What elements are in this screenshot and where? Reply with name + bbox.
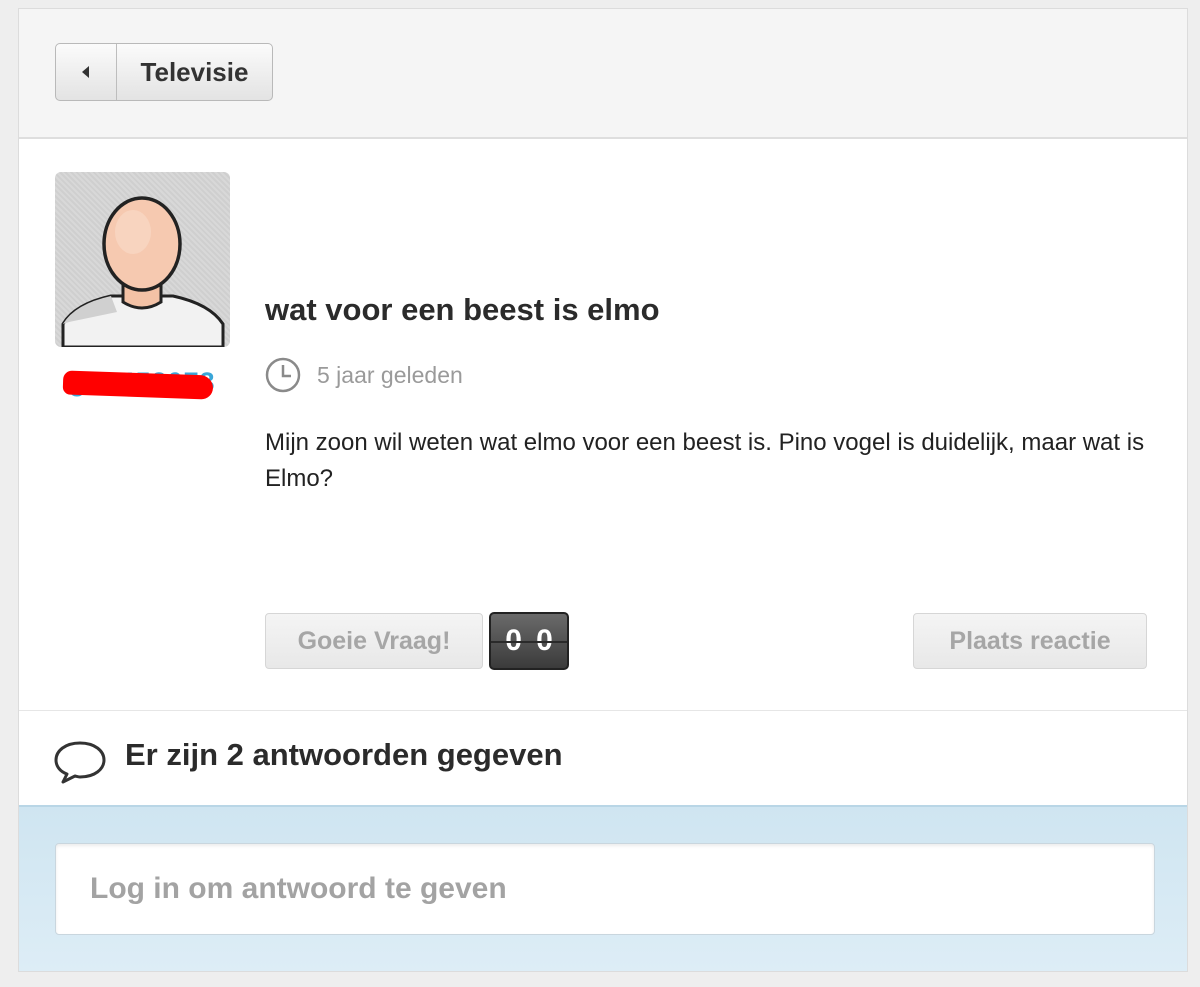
- clock-icon: [265, 357, 301, 393]
- plaats-reactie-button[interactable]: Plaats reactie: [913, 613, 1147, 669]
- question-title: wat voor een beest is elmo: [265, 292, 660, 327]
- speech-bubble-icon: [53, 739, 107, 785]
- avatar[interactable]: [55, 172, 230, 347]
- question-timestamp: 5 jaar geleden: [265, 357, 463, 393]
- question-card: Televisie ga..452073 wat voor een beest …: [18, 8, 1188, 972]
- answers-header: Er zijn 2 antwoorden gegeven: [19, 710, 1187, 805]
- back-arrow-icon: [56, 44, 117, 100]
- answer-input[interactable]: [55, 843, 1155, 935]
- question-time-text: 5 jaar geleden: [317, 361, 463, 388]
- answer-login-area: [19, 805, 1187, 971]
- page-header: Televisie: [19, 9, 1187, 139]
- back-button[interactable]: Televisie: [55, 43, 273, 101]
- default-user-icon: [61, 196, 225, 347]
- vote-digit: 0: [536, 624, 553, 657]
- username-link[interactable]: ga..452073: [62, 365, 223, 405]
- vote-counter: 0 0: [489, 612, 569, 670]
- vote-digit: 0: [505, 624, 522, 657]
- answers-count-text: Er zijn 2 antwoorden gegeven: [125, 737, 563, 772]
- goeie-vraag-button[interactable]: Goeie Vraag!: [265, 613, 483, 669]
- back-button-label: Televisie: [140, 56, 249, 87]
- question-body: Mijn zoon wil weten wat elmo voor een be…: [265, 429, 1145, 492]
